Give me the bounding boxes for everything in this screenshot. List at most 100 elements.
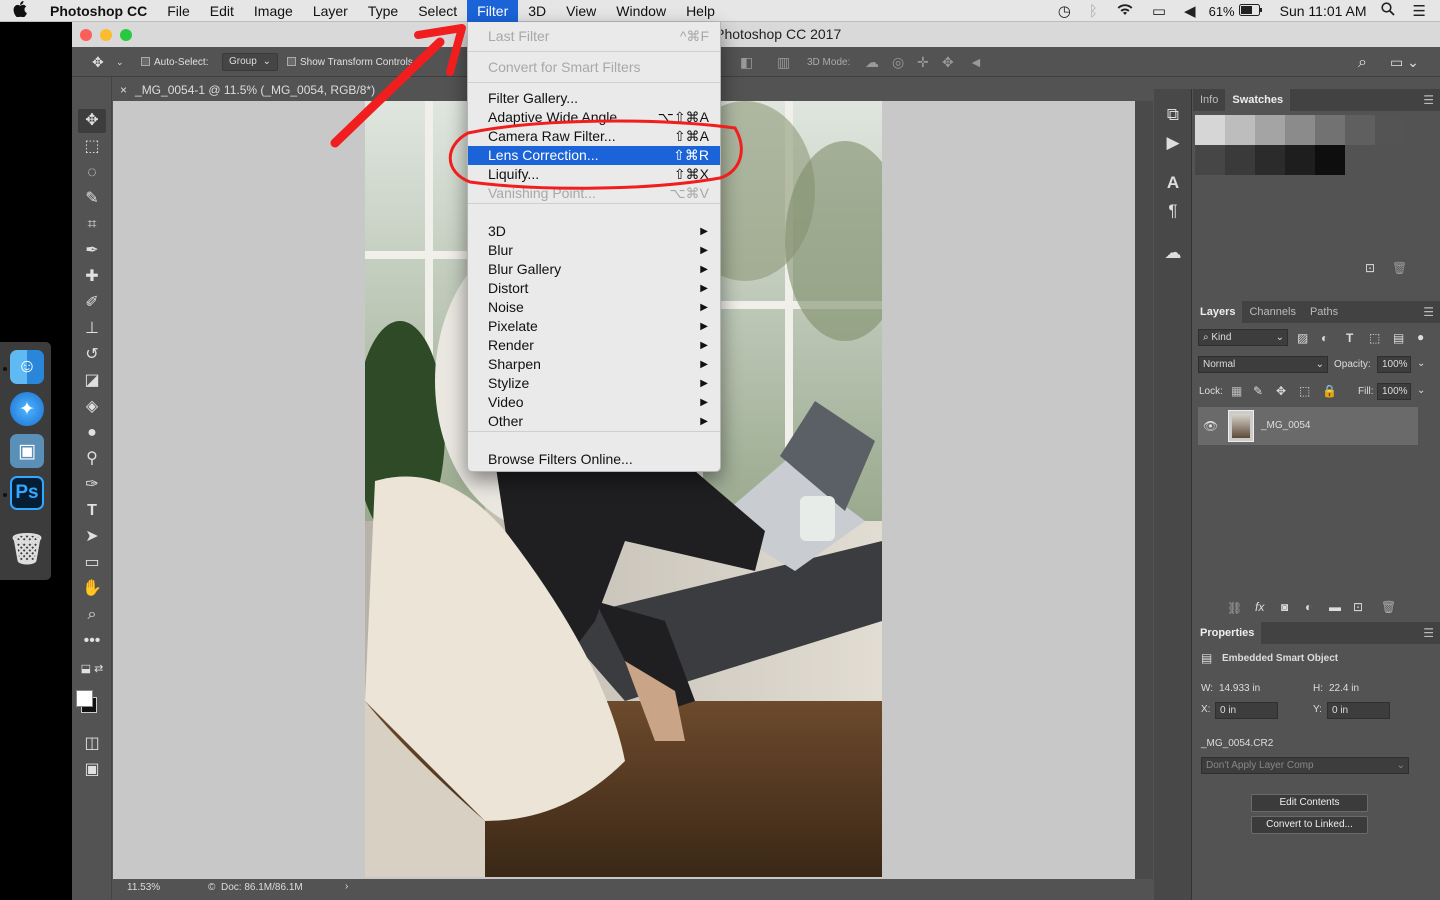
document-tab[interactable]: × _MG_0054-1 @ 11.5% (_MG_0054, RGB/8*): [112, 79, 402, 101]
history-brush-tool-icon[interactable]: ↺: [78, 343, 106, 367]
lock-position-icon[interactable]: ✥: [1276, 384, 1286, 398]
convert-to-linked-button[interactable]: Convert to Linked...: [1251, 816, 1368, 834]
new-layer-icon[interactable]: ⊡: [1353, 600, 1363, 614]
swatch[interactable]: [1315, 115, 1345, 145]
finder-icon[interactable]: ☺: [10, 350, 44, 384]
show-transform-checkbox[interactable]: Show Transform Controls: [287, 54, 413, 71]
quick-select-tool-icon[interactable]: ✎: [78, 187, 106, 211]
eraser-tool-icon[interactable]: ◪: [78, 369, 106, 393]
lock-transparent-icon[interactable]: ▦: [1231, 384, 1242, 398]
swatch[interactable]: [1285, 115, 1315, 145]
filter-menu-item[interactable]: Noise ▶: [468, 298, 720, 317]
menubar-clock[interactable]: Sun 11:01 AM: [1280, 3, 1367, 19]
battery-icon[interactable]: [1238, 3, 1263, 20]
safari-icon[interactable]: ✦: [10, 392, 44, 426]
filter-toggle-icon[interactable]: ●: [1417, 330, 1424, 344]
character-panel-icon[interactable]: A: [1154, 173, 1192, 193]
move-tool-icon[interactable]: ✥: [78, 109, 106, 133]
menu-help[interactable]: Help: [676, 0, 725, 22]
width-value[interactable]: 14.933 in: [1219, 683, 1260, 694]
swatch[interactable]: [1195, 115, 1225, 145]
edit-contents-button[interactable]: Edit Contents: [1251, 794, 1368, 812]
apple-icon[interactable]: [0, 0, 40, 21]
doc-size[interactable]: Doc: 86.1M/86.1M: [221, 882, 303, 893]
lock-artboard-icon[interactable]: ⬚: [1299, 384, 1310, 398]
time-machine-icon[interactable]: ◷: [1058, 2, 1071, 20]
more-tools-icon[interactable]: •••: [78, 629, 106, 653]
filter-menu-item[interactable]: Lens Correction... ⇧⌘R: [468, 146, 720, 165]
layer-row[interactable]: 👁 _MG_0054: [1198, 407, 1418, 445]
libraries-panel-icon[interactable]: ☁: [1154, 243, 1192, 263]
quick-mask-icon[interactable]: ◫: [78, 732, 106, 756]
opacity-field[interactable]: 100%: [1377, 356, 1411, 373]
3d-roll-icon[interactable]: ◎: [892, 54, 904, 71]
menu-3d[interactable]: 3D: [518, 0, 556, 22]
paint-bucket-tool-icon[interactable]: ◈: [78, 395, 106, 419]
move-tool-icon[interactable]: ✥: [92, 54, 104, 71]
filter-menu-item[interactable]: Pixelate ▶: [468, 317, 720, 336]
tab-channels[interactable]: Channels: [1242, 301, 1302, 323]
hand-tool-icon[interactable]: ✋: [78, 577, 106, 601]
photoshop-icon[interactable]: Ps: [10, 476, 44, 510]
eye-icon[interactable]: 👁: [1203, 419, 1218, 433]
lock-all-icon[interactable]: 🔒: [1322, 384, 1337, 398]
filter-menu-item[interactable]: Distort ▶: [468, 279, 720, 298]
clone-stamp-tool-icon[interactable]: ⊥: [78, 317, 106, 341]
swatch[interactable]: [1255, 115, 1285, 145]
blend-mode-dropdown[interactable]: Normal ⌄: [1198, 356, 1328, 373]
new-swatch-icon[interactable]: ⊡: [1365, 261, 1375, 275]
filter-menu-item[interactable]: Adaptive Wide Angle... ⌥⇧⌘A: [468, 108, 720, 127]
tab-paths[interactable]: Paths: [1303, 301, 1345, 323]
filter-menu-item[interactable]: Liquify... ⇧⌘X: [468, 165, 720, 184]
zoom-level[interactable]: 11.53%: [127, 882, 160, 893]
link-layers-icon[interactable]: ⛓: [1227, 601, 1242, 615]
panel-menu-icon[interactable]: ☰: [1423, 305, 1434, 319]
swatch[interactable]: [1285, 145, 1315, 175]
foreground-color-swatch[interactable]: [76, 690, 93, 707]
3d-camera-icon[interactable]: ◄: [969, 54, 983, 71]
workspace-icon[interactable]: ▭ ⌄: [1390, 54, 1419, 71]
notification-center-icon[interactable]: ☰: [1413, 2, 1426, 20]
filter-menu-item[interactable]: Other ▶: [468, 412, 720, 431]
menu-image[interactable]: Image: [244, 0, 303, 22]
chevron-down-icon[interactable]: ⌄: [1417, 385, 1425, 396]
swatch[interactable]: [1315, 145, 1345, 175]
path-selection-tool-icon[interactable]: ➤: [78, 525, 106, 549]
3d-drag-icon[interactable]: ✛: [917, 54, 929, 71]
align-icon[interactable]: ▥: [777, 54, 790, 71]
smart-object-filter-icon[interactable]: ▤: [1393, 331, 1404, 345]
chevron-right-icon[interactable]: ›: [345, 881, 348, 892]
auto-select-checkbox[interactable]: Auto-Select:: [141, 54, 208, 71]
paragraph-panel-icon[interactable]: ¶: [1154, 201, 1192, 221]
search-icon[interactable]: ⌕: [1358, 54, 1367, 71]
preview-icon[interactable]: ▣: [10, 434, 44, 468]
add-mask-icon[interactable]: ◙: [1281, 600, 1288, 614]
swap-colors-icon[interactable]: ⬓ ⇄: [78, 657, 106, 681]
swatch[interactable]: [1225, 145, 1255, 175]
swatch[interactable]: [1375, 115, 1405, 145]
x-field[interactable]: 0 in: [1215, 702, 1278, 719]
type-tool-icon[interactable]: T: [78, 499, 106, 523]
tab-swatches[interactable]: Swatches: [1225, 89, 1291, 111]
menu-type[interactable]: Type: [358, 0, 408, 22]
group-folder-icon[interactable]: ▬: [1329, 600, 1341, 614]
pen-tool-icon[interactable]: ✑: [78, 473, 106, 497]
swatch[interactable]: [1255, 145, 1285, 175]
swatch[interactable]: [1225, 115, 1255, 145]
panel-menu-icon[interactable]: ☰: [1423, 93, 1434, 107]
3d-slide-icon[interactable]: ✥: [942, 54, 954, 71]
vertical-scrollbar[interactable]: [1135, 101, 1153, 879]
close-tab-icon[interactable]: ×: [120, 83, 127, 97]
filter-menu-item[interactable]: Blur ▶: [468, 241, 720, 260]
marquee-tool-icon[interactable]: ⬚: [78, 135, 106, 159]
dodge-tool-icon[interactable]: ⚲: [78, 447, 106, 471]
crop-tool-icon[interactable]: ⌗: [78, 213, 106, 237]
chevron-down-icon[interactable]: ⌄: [116, 54, 124, 71]
menu-select[interactable]: Select: [408, 0, 467, 22]
3d-orbit-icon[interactable]: ☁: [865, 54, 879, 71]
swatch[interactable]: [1345, 115, 1375, 145]
filter-menu-item[interactable]: 3D ▶: [468, 222, 720, 241]
adjustment-layer-icon[interactable]: ◐: [1305, 600, 1312, 614]
history-panel-icon[interactable]: ⧉: [1154, 105, 1192, 125]
blur-tool-icon[interactable]: ●: [78, 421, 106, 445]
